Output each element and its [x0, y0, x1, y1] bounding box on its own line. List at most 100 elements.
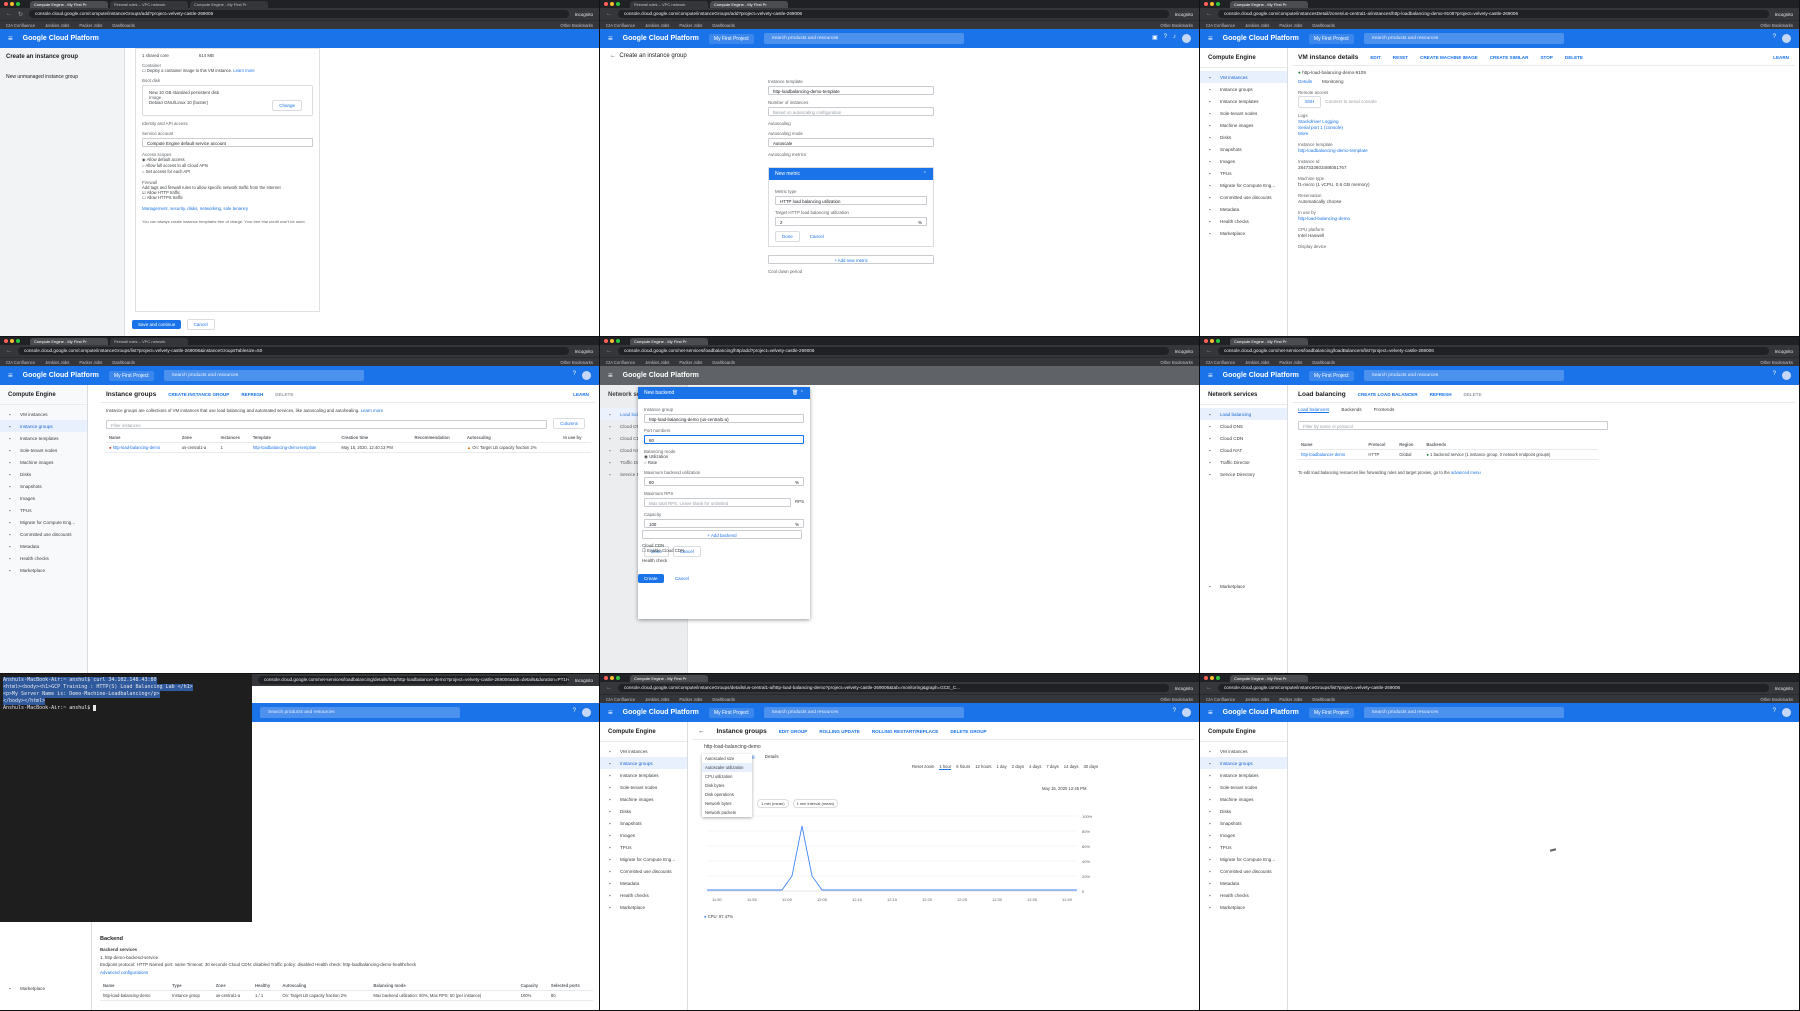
ssh-button[interactable]: SSH — [1298, 96, 1322, 108]
other-bookmarks[interactable]: Other Bookmarks — [1760, 697, 1793, 702]
sidebar-item[interactable]: Instance groups — [600, 757, 687, 769]
table-row[interactable]: ● http-load-balancing-demo us-central1-a… — [106, 442, 592, 453]
serial-console-link[interactable]: Connect to serial console — [1325, 99, 1377, 104]
bookmark[interactable]: Packer Jobs — [1279, 360, 1302, 365]
sidebar-item[interactable]: TPUs — [600, 841, 687, 853]
tab-backends[interactable]: Backends — [1341, 407, 1361, 413]
learn-button[interactable]: LEARN — [1773, 55, 1789, 60]
range-option[interactable]: 30 days — [1083, 764, 1098, 770]
column-header[interactable]: Backends — [1423, 440, 1598, 450]
bookmark[interactable]: Dashboards — [112, 23, 135, 28]
sidebar-item[interactable]: Traffic Director — [1200, 456, 1287, 468]
https-checkbox[interactable]: ☐ Allow HTTPS traffic — [142, 195, 313, 200]
range-option[interactable]: 4 days — [1029, 764, 1041, 770]
sidebar-item[interactable]: Sole-tenant nodes — [1200, 107, 1287, 119]
help-icon[interactable]: ? — [573, 371, 576, 380]
browser-tab[interactable]: Firewall rules – VPC network — [110, 337, 188, 345]
autoscaling-mode-select[interactable]: Autoscale — [768, 138, 934, 147]
gcp-brand[interactable]: Google Cloud Platform — [1223, 709, 1299, 716]
in-use-link[interactable]: http-load-balancing-demo — [1298, 216, 1789, 222]
gcp-brand[interactable]: Google Cloud Platform — [23, 35, 99, 42]
sidebar-item[interactable]: Disks — [0, 468, 87, 480]
sidebar-item[interactable]: Committed use discounts — [0, 528, 87, 540]
sidebar-item[interactable]: Machine images — [1200, 793, 1287, 805]
columns-button[interactable]: Columns — [553, 418, 585, 429]
sidebar-item[interactable]: Instance groups — [1200, 757, 1287, 769]
menu-icon[interactable]: ≡ — [608, 708, 613, 717]
bookmark[interactable]: Packer Jobs — [79, 360, 102, 365]
range-option[interactable]: 14 days — [1064, 764, 1079, 770]
learn-more-link[interactable]: Learn more — [361, 408, 383, 413]
gcp-brand[interactable]: Google Cloud Platform — [623, 709, 699, 716]
window-controls[interactable] — [1204, 2, 1220, 6]
tab-load-balancers[interactable]: Load balancers — [1298, 407, 1330, 413]
avatar[interactable] — [1182, 34, 1191, 43]
other-bookmarks[interactable]: Other Bookmarks — [560, 360, 593, 365]
back-icon[interactable]: ← — [606, 685, 612, 691]
search-input[interactable]: Search products and resources — [163, 370, 364, 381]
bookmark[interactable]: Packer Jobs — [1279, 697, 1302, 702]
sidebar-item[interactable]: Machine images — [0, 456, 87, 468]
column-header[interactable]: Autoscaling — [463, 433, 561, 443]
sidebar-item[interactable]: Health checks — [600, 889, 687, 901]
sidebar-item[interactable]: Disks — [600, 805, 687, 817]
browser-tab[interactable]: Compute Engine - My First Pr — [1230, 0, 1308, 8]
project-selector[interactable]: My First Project — [708, 707, 754, 718]
sidebar-item[interactable]: Metadata — [0, 540, 87, 552]
add-metric-button[interactable]: + Add new metric — [768, 255, 934, 264]
sidebar-item[interactable]: Disks — [1200, 131, 1287, 143]
sidebar-item[interactable]: Metadata — [1200, 203, 1287, 215]
address-input[interactable]: console.cloud.google.com/compute/instanc… — [1218, 10, 1769, 18]
column-header[interactable]: Name — [106, 433, 179, 443]
column-header[interactable]: In use by — [560, 433, 592, 443]
sidebar-item[interactable]: Machine images — [600, 793, 687, 805]
sidebar-item[interactable]: Load balancing — [1200, 408, 1287, 420]
bookmark[interactable]: Jenkins Jobs — [645, 360, 669, 365]
reset-zoom-button[interactable]: Reset zoom — [912, 764, 934, 770]
change-button[interactable]: Change — [272, 100, 302, 111]
avatar[interactable] — [1782, 708, 1791, 717]
sidebar-item[interactable]: TPUs — [0, 504, 87, 516]
instances-input[interactable]: Based on autoscaling configuration — [768, 107, 934, 116]
gcp-brand[interactable]: Google Cloud Platform — [623, 35, 699, 42]
address-input[interactable]: console.cloud.google.com/compute/instanc… — [18, 347, 569, 355]
reset-button[interactable]: RESET — [1393, 55, 1408, 60]
address-input[interactable]: console.cloud.google.com/net-services/lo… — [258, 676, 569, 684]
browser-tab[interactable]: Compute Engine - My First Pr — [630, 674, 708, 682]
bookmark[interactable]: CIA Confluence — [1206, 23, 1235, 28]
sidebar-item[interactable]: Snapshots — [1200, 817, 1287, 829]
sidebar-item[interactable]: Migrate for Compute Eng... — [600, 853, 687, 865]
sidebar-item[interactable]: Instance groups — [0, 420, 87, 432]
create-similar-button[interactable]: CREATE SIMILAR — [1490, 55, 1529, 60]
range-option[interactable]: 1 day — [996, 764, 1006, 770]
sidebar-item[interactable]: VM instances — [600, 745, 687, 757]
other-bookmarks[interactable]: Other Bookmarks — [1160, 697, 1193, 702]
range-option[interactable]: 12 hours — [975, 764, 991, 770]
browser-tab[interactable]: Compute Engine - My First Pr — [30, 0, 108, 8]
gift-icon[interactable]: ▣ — [1152, 34, 1158, 43]
address-input[interactable]: console.cloud.google.com/net-services/lo… — [1218, 347, 1769, 355]
sidebar-item[interactable]: Instance templates — [1200, 95, 1287, 107]
sidebar-item[interactable]: Machine images — [1200, 119, 1287, 131]
column-header[interactable]: Region — [1396, 440, 1424, 450]
refresh-button[interactable]: REFRESH — [1430, 392, 1452, 397]
range-option[interactable]: 7 days — [1046, 764, 1058, 770]
table-row[interactable]: http-loadbalancer-demo HTTP Global ● 1 b… — [1298, 449, 1598, 460]
bookmark[interactable]: Jenkins Jobs — [1245, 360, 1269, 365]
menu-icon[interactable]: ≡ — [1208, 708, 1213, 717]
logs-link[interactable]: More — [1298, 131, 1789, 137]
sidebar-item[interactable]: Migrate for Compute Eng... — [1200, 853, 1287, 865]
sidebar-item[interactable]: Committed use discounts — [1200, 865, 1287, 877]
sidebar-item[interactable]: Images — [600, 829, 687, 841]
bookmark[interactable]: Dashboards — [712, 23, 735, 28]
edit-button[interactable]: EDIT — [1370, 55, 1380, 60]
browser-tab[interactable]: Firewall rules – VPC network — [630, 0, 708, 8]
metric-type-select[interactable]: HTTP load balancing utilization — [775, 196, 927, 205]
other-bookmarks[interactable]: Other Bookmarks — [560, 23, 593, 28]
column-header[interactable]: Protocol — [1365, 440, 1397, 450]
bookmark[interactable]: CIA Confluence — [6, 360, 35, 365]
template-select[interactable]: http-loadbalancing-demo-template — [768, 86, 934, 95]
filter-input[interactable]: Filter by name or protocol — [1298, 421, 1608, 430]
column-header[interactable]: Template — [249, 433, 339, 443]
bookmark[interactable]: Packer Jobs — [679, 360, 702, 365]
